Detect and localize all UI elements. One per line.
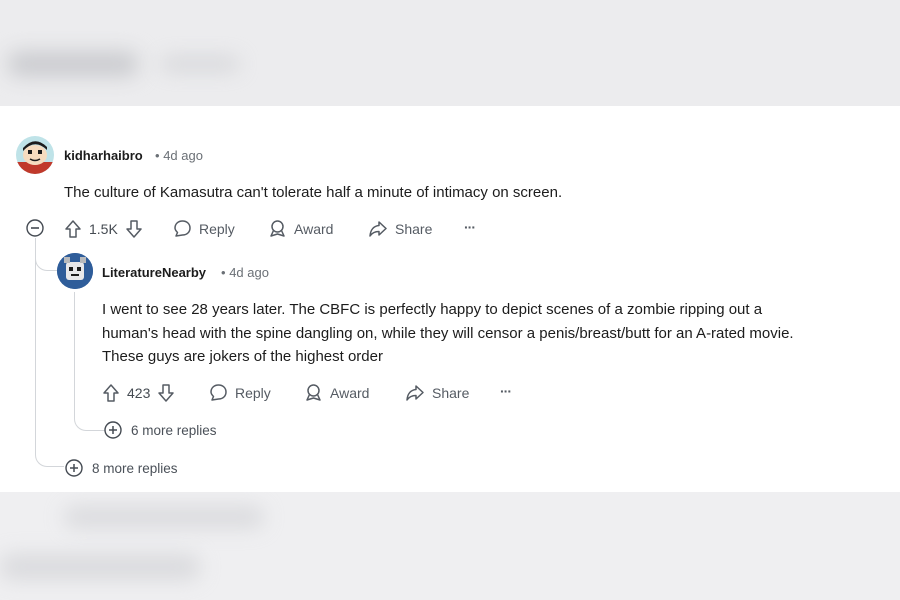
award-label: Award xyxy=(330,384,370,401)
speech-bubble-icon xyxy=(174,220,191,237)
award-button[interactable]: Award xyxy=(268,219,333,238)
ellipsis-icon: ··· xyxy=(464,219,476,235)
thread-curve xyxy=(74,414,105,431)
vote-group: 423 xyxy=(102,383,175,403)
arrow-up-icon xyxy=(103,384,119,402)
share-arrow-icon xyxy=(369,221,387,237)
arrow-up-icon xyxy=(65,220,81,238)
avatar-snoo-icon xyxy=(57,253,93,289)
thread-line xyxy=(35,238,36,450)
avatar-cartoon-icon xyxy=(16,141,54,174)
share-button[interactable]: Share xyxy=(368,219,432,238)
share-arrow-icon xyxy=(406,385,424,401)
thread-line xyxy=(74,292,75,414)
top-more-replies-button[interactable]: 8 more replies xyxy=(65,459,178,477)
speech-bubble-icon xyxy=(210,384,227,401)
avatar[interactable] xyxy=(57,253,93,289)
reply-label: Reply xyxy=(235,384,271,401)
username[interactable]: kidharhaibro xyxy=(64,148,143,163)
thread-curve xyxy=(35,450,64,467)
more-replies-label: 6 more replies xyxy=(131,422,217,438)
plus-circle-icon xyxy=(104,421,122,439)
upvote-button[interactable] xyxy=(64,219,82,239)
award-button[interactable]: Award xyxy=(304,383,369,402)
comment-body-line: I went to see 28 years later. The CBFC i… xyxy=(102,301,763,318)
comment-body-line: These guys are jokers of the highest ord… xyxy=(102,348,383,365)
more-options-button[interactable]: ··· xyxy=(500,383,512,399)
blurred-footer-area xyxy=(0,492,900,600)
username[interactable]: LiteratureNearby xyxy=(102,265,206,280)
vote-count: 1.5K xyxy=(89,221,118,237)
comment-body-line: human's head with the spine dangling on,… xyxy=(102,324,794,342)
minus-circle-icon xyxy=(26,219,44,237)
share-label: Share xyxy=(395,220,433,237)
meta-separator: • xyxy=(155,148,160,163)
reply-button[interactable]: Reply xyxy=(173,219,235,238)
comment-body: The culture of Kamasutra can't tolerate … xyxy=(64,184,563,201)
collapse-thread-button[interactable] xyxy=(26,219,44,237)
reply-button[interactable]: Reply xyxy=(209,383,271,402)
ellipsis-icon: ··· xyxy=(500,383,512,399)
upvote-button[interactable] xyxy=(102,383,120,403)
award-icon xyxy=(306,384,321,401)
downvote-button[interactable] xyxy=(157,383,175,403)
arrow-down-icon xyxy=(158,384,175,402)
blurred-header-area xyxy=(0,0,900,106)
award-label: Award xyxy=(294,220,334,237)
downvote-button[interactable] xyxy=(125,219,143,239)
share-label: Share xyxy=(432,384,470,401)
award-icon xyxy=(270,220,285,237)
comment-time: 4d ago xyxy=(229,265,269,280)
more-replies-label: 8 more replies xyxy=(92,460,178,476)
thread-curve xyxy=(35,246,58,271)
comment-body: I went to see 28 years later. The CBFC i… xyxy=(102,298,892,369)
vote-group: 1.5K xyxy=(64,219,143,239)
plus-circle-icon xyxy=(65,459,83,477)
vote-count: 423 xyxy=(127,385,151,401)
comment-meta: • 4d ago xyxy=(221,265,269,280)
more-options-button[interactable]: ··· xyxy=(464,219,476,235)
meta-separator: • xyxy=(221,265,226,280)
share-button[interactable]: Share xyxy=(405,383,469,402)
comment-meta: • 4d ago xyxy=(155,148,203,163)
reply-label: Reply xyxy=(199,220,235,237)
arrow-down-icon xyxy=(126,220,142,238)
avatar[interactable] xyxy=(16,136,54,174)
comment-time: 4d ago xyxy=(163,148,203,163)
nested-more-replies-button[interactable]: 6 more replies xyxy=(104,421,217,439)
